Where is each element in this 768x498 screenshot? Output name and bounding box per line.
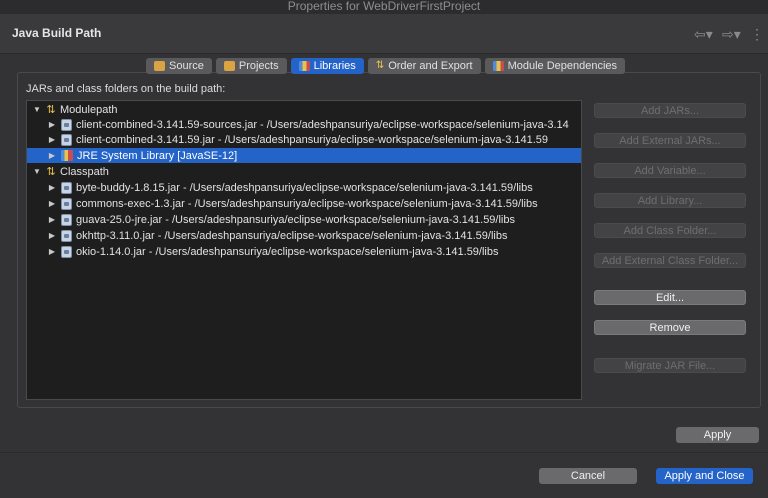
chevron-right-icon[interactable]: ▶ — [47, 231, 57, 240]
tree-item[interactable]: ▶ okhttp-3.11.0.jar - /Users/adeshpansur… — [27, 228, 581, 243]
migrate-jar-button[interactable]: Migrate JAR File... — [594, 358, 746, 373]
chevron-right-icon[interactable]: ▶ — [47, 135, 57, 144]
tab-order-and-export[interactable]: ⇅ Order and Export — [367, 58, 481, 74]
add-class-folder-button[interactable]: Add Class Folder... — [594, 223, 746, 238]
jar-icon — [61, 118, 72, 131]
arrow-left-icon[interactable]: ⇦▾ — [694, 26, 713, 43]
tree-item[interactable]: ▶ okio-1.14.0.jar - /Users/adeshpansuriy… — [27, 244, 581, 259]
window-title: Properties for WebDriverFirstProject — [0, 0, 768, 14]
more-icon[interactable]: ⋮ — [750, 26, 764, 43]
order-icon: ⇅ — [375, 60, 385, 71]
jar-icon — [61, 133, 72, 146]
tree-item-label: client-combined-3.141.59.jar - /Users/ad… — [76, 133, 549, 146]
chevron-right-icon[interactable]: ▶ — [47, 199, 57, 208]
tab-bar: Source Projects Libraries ⇅ Order and Ex… — [146, 58, 626, 74]
jar-icon — [61, 229, 72, 242]
chevron-down-icon[interactable]: ▼ — [32, 167, 42, 176]
tree-item[interactable]: ▶ client-combined-3.141.59-sources.jar -… — [27, 117, 581, 132]
chevron-right-icon[interactable]: ▶ — [47, 247, 57, 256]
tab-source[interactable]: Source — [146, 58, 212, 74]
tree-item[interactable]: ▶ guava-25.0-jre.jar - /Users/adeshpansu… — [27, 212, 581, 227]
module-icon — [492, 61, 504, 71]
tree-group-label: Classpath — [60, 165, 109, 178]
cancel-button[interactable]: Cancel — [539, 468, 637, 484]
chevron-right-icon[interactable]: ▶ — [47, 120, 57, 129]
arrow-right-icon[interactable]: ⇨▾ — [722, 26, 741, 43]
apply-and-close-button[interactable]: Apply and Close — [656, 468, 753, 484]
tree-item-label: okio-1.14.0.jar - /Users/adeshpansuriya/… — [76, 245, 499, 258]
tree-group-label: Modulepath — [60, 103, 118, 116]
add-external-class-folder-button[interactable]: Add External Class Folder... — [594, 253, 746, 268]
library-icon — [61, 150, 73, 161]
tab-libraries[interactable]: Libraries — [290, 58, 364, 74]
jar-icon — [61, 245, 72, 258]
tree-item-label: commons-exec-1.3.jar - /Users/adeshpansu… — [76, 197, 538, 210]
projects-icon — [223, 61, 235, 71]
tree-item[interactable]: ▶ client-combined-3.141.59.jar - /Users/… — [27, 132, 581, 147]
tree-item-label: guava-25.0-jre.jar - /Users/adeshpansuri… — [76, 213, 515, 226]
footer-divider — [0, 452, 768, 453]
classpath-icon: ⇅ — [46, 166, 56, 178]
tab-module-dependencies[interactable]: Module Dependencies — [484, 58, 626, 74]
tree-group-classpath[interactable]: ▼ ⇅ Classpath — [27, 164, 581, 179]
tree-item-label: client-combined-3.141.59-sources.jar - /… — [76, 118, 569, 131]
build-path-tree[interactable]: ▼ ⇅ Modulepath ▶ client-combined-3.141.5… — [26, 100, 582, 400]
tab-label: Source — [169, 60, 204, 72]
add-jars-button[interactable]: Add JARs... — [594, 103, 746, 118]
page-title: Java Build Path — [12, 26, 102, 40]
libraries-icon — [298, 61, 310, 71]
jar-icon — [61, 213, 72, 226]
tab-label: Libraries — [313, 60, 356, 72]
remove-button[interactable]: Remove — [594, 320, 746, 335]
chevron-right-icon[interactable]: ▶ — [47, 215, 57, 224]
jar-icon — [61, 197, 72, 210]
tab-label: Order and Export — [388, 60, 473, 72]
chevron-right-icon[interactable]: ▶ — [47, 183, 57, 192]
chevron-down-icon[interactable]: ▼ — [32, 105, 42, 114]
tree-item-label: byte-buddy-1.8.15.jar - /Users/adeshpans… — [76, 181, 533, 194]
apply-button[interactable]: Apply — [676, 427, 759, 443]
chevron-right-icon[interactable]: ▶ — [47, 151, 57, 160]
jar-icon — [61, 181, 72, 194]
tab-label: Module Dependencies — [507, 60, 618, 72]
modulepath-icon: ⇅ — [46, 104, 56, 116]
page-header: Java Build Path ⇦▾ ⇨▾ ⋮ — [0, 14, 768, 54]
edit-button[interactable]: Edit... — [594, 290, 746, 305]
add-variable-button[interactable]: Add Variable... — [594, 163, 746, 178]
tree-item[interactable]: ▶ commons-exec-1.3.jar - /Users/adeshpan… — [27, 196, 581, 211]
add-library-button[interactable]: Add Library... — [594, 193, 746, 208]
tree-item-label: JRE System Library [JavaSE-12] — [77, 149, 238, 162]
tree-item-label: okhttp-3.11.0.jar - /Users/adeshpansuriy… — [76, 229, 508, 242]
tree-item[interactable]: ▶ byte-buddy-1.8.15.jar - /Users/adeshpa… — [27, 180, 581, 195]
tree-group-modulepath[interactable]: ▼ ⇅ Modulepath — [27, 102, 581, 117]
add-external-jars-button[interactable]: Add External JARs... — [594, 133, 746, 148]
tab-label: Projects — [238, 60, 279, 72]
build-path-label: JARs and class folders on the build path… — [26, 83, 226, 95]
folder-icon — [154, 61, 165, 71]
tab-projects[interactable]: Projects — [215, 58, 287, 74]
tree-item-selected[interactable]: ▶ JRE System Library [JavaSE-12] — [27, 148, 581, 163]
